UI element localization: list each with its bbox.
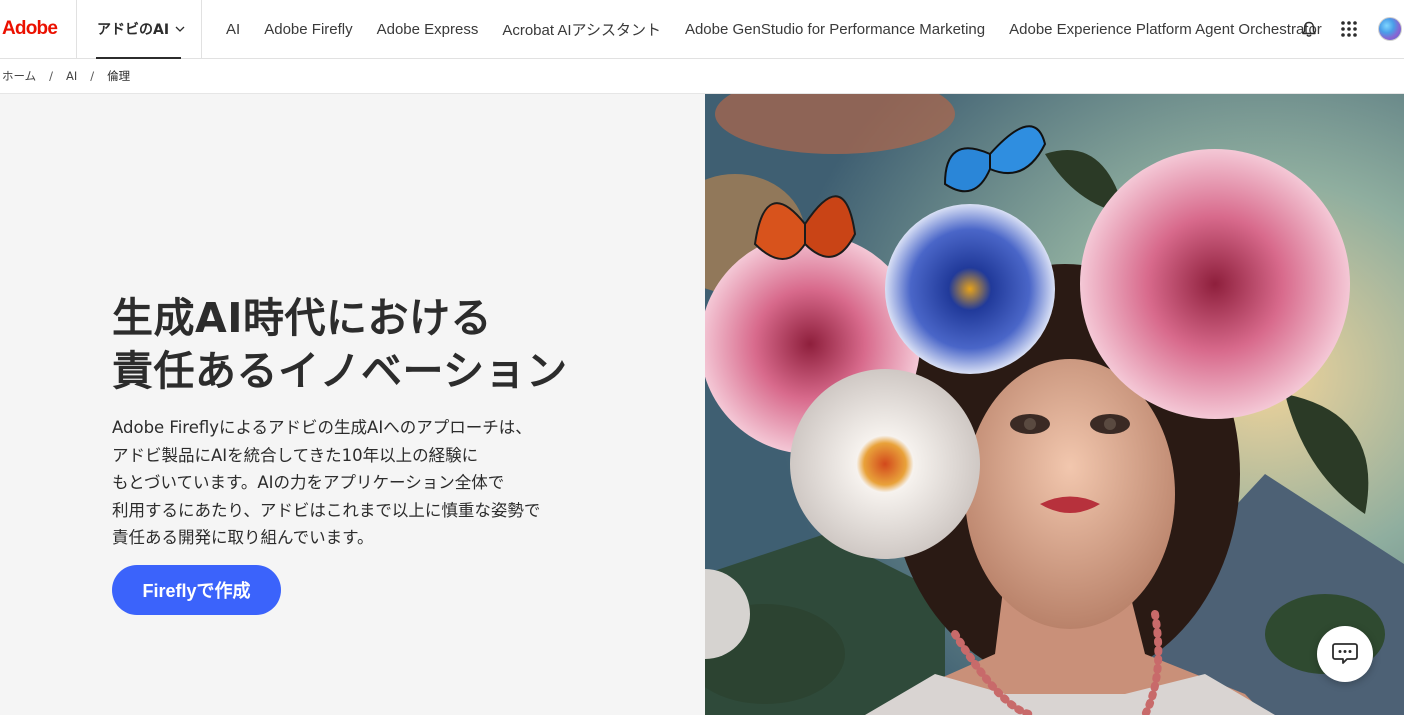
nav-link-adobe-firefly[interactable]: Adobe Firefly — [252, 21, 364, 38]
nav-link-acrobat-ai-assistant[interactable]: Acrobat AIアシスタント — [490, 19, 673, 40]
breadcrumb-current: 倫理 — [107, 69, 131, 83]
breadcrumb-home[interactable]: ホーム — [2, 68, 36, 84]
nav-link-agent-orchestrator[interactable]: Adobe Experience Platform Agent Orchestr… — [997, 21, 1334, 38]
hero-description-line: Adobe Fireflyによるアドビの生成AIへのアプローチは、 — [112, 418, 532, 437]
hero-description-line: 責任ある開発に取り組んでいます。 — [112, 528, 374, 547]
nav-link-adobe-express[interactable]: Adobe Express — [365, 21, 491, 38]
nav-links: AI Adobe Firefly Adobe Express Acrobat A… — [202, 0, 1334, 58]
hero-description: Adobe Fireflyによるアドビの生成AIへのアプローチは、 アドビ製品に… — [112, 414, 592, 552]
hero-illustration — [705, 94, 1404, 715]
hero-description-line: アドビ製品にAIを統合してきた10年以上の経験に — [112, 445, 479, 465]
nav-menu-label: アドビのAI — [97, 22, 170, 38]
top-nav: Adobe アドビのAI AI Adobe Firefly Adobe Expr… — [0, 0, 1404, 59]
chat-icon — [1332, 643, 1358, 664]
chevron-down-icon — [175, 26, 185, 32]
hero-description-line: 利用するにあたり、アドビはこれまで以上に慎重な姿勢で — [112, 500, 541, 520]
hero-headline: 生成AI時代における 責任あるイノベーション — [112, 292, 568, 398]
avatar[interactable] — [1378, 17, 1402, 41]
hero-headline-line-2: 責任あるイノベーション — [112, 347, 568, 395]
hero-description-line: もとづいています。AIの力をアプリケーション全体で — [112, 473, 505, 492]
hero-image — [705, 94, 1404, 715]
breadcrumb-ai[interactable]: AI — [66, 69, 77, 83]
app-grid-icon[interactable] — [1338, 18, 1360, 40]
adobe-logo[interactable]: Adobe — [0, 0, 77, 58]
nav-menu-adobe-ai[interactable]: アドビのAI — [77, 0, 203, 59]
breadcrumb-separator: / — [49, 69, 54, 83]
hero-text-panel — [0, 94, 705, 715]
breadcrumb-separator: / — [90, 69, 95, 83]
breadcrumb: ホーム / AI / 倫理 — [0, 59, 1404, 94]
nav-link-ai[interactable]: AI — [214, 21, 252, 38]
nav-link-genstudio[interactable]: Adobe GenStudio for Performance Marketin… — [673, 21, 997, 38]
chat-button[interactable] — [1317, 626, 1373, 682]
create-with-firefly-button[interactable]: Fireflyで作成 — [112, 565, 281, 615]
hero-headline-line-1: 生成AI時代における — [112, 294, 492, 342]
nav-utilities — [1298, 0, 1404, 58]
logo-text: Adobe — [2, 18, 58, 39]
bell-icon[interactable] — [1298, 18, 1320, 40]
